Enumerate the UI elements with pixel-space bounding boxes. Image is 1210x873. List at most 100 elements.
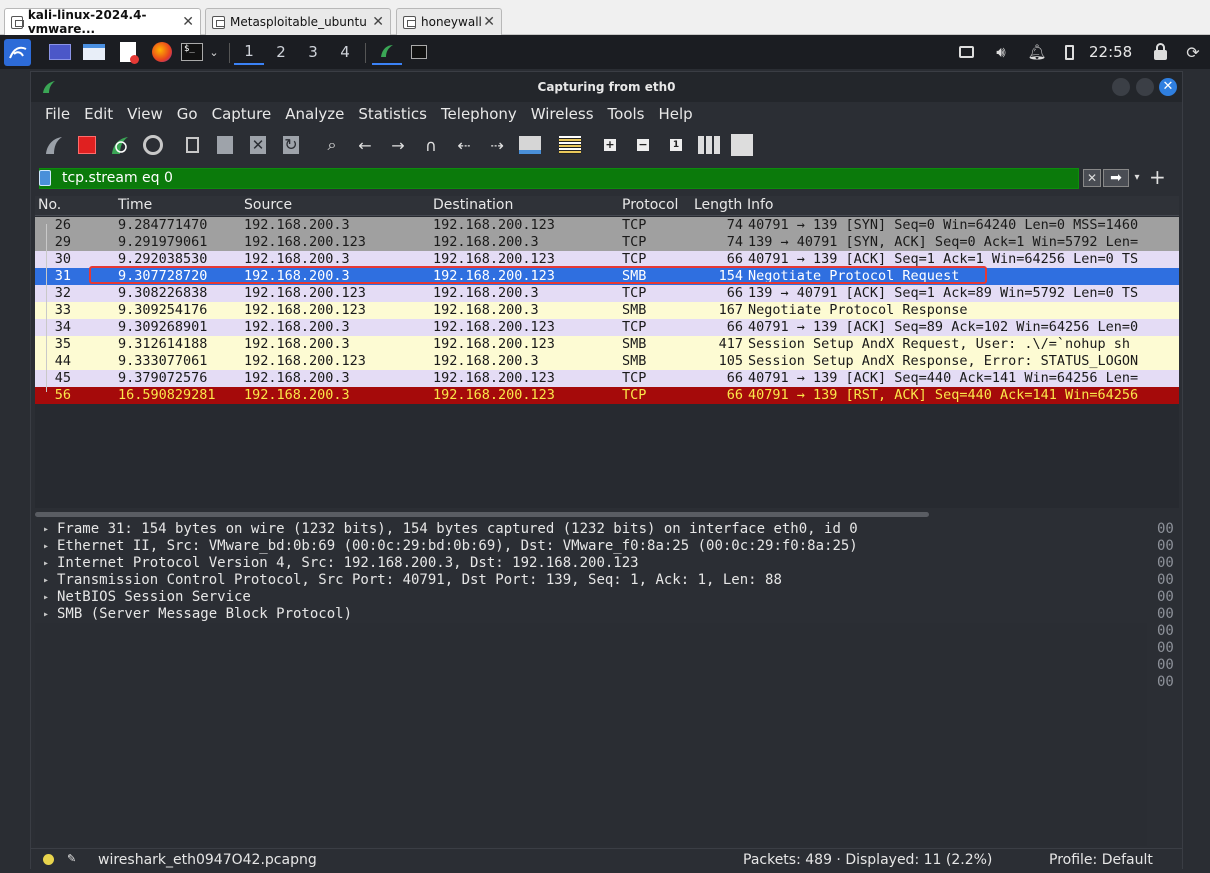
menu-help[interactable]: Help [658,105,692,123]
volume-icon[interactable]: 🔊︎ [990,39,1012,65]
zoom-in-icon[interactable]: + [597,133,623,157]
close-icon[interactable]: ✕ [483,14,495,30]
menu-go[interactable]: Go [177,105,198,123]
power-icon[interactable]: ⟳ [1182,39,1204,65]
column-source[interactable]: Source [244,197,292,213]
vm-tab-kali[interactable]: kali-linux-2024.4-vmware... ✕ [4,8,201,36]
detail-ethernet[interactable]: ▸ Ethernet II, Src: VMware_bd:0b:69 (00:0… [35,538,1147,555]
workspace-4[interactable]: 4 [330,39,360,65]
last-packet-icon[interactable]: ⇢ [484,133,510,157]
packet-row[interactable]: 26 9.284771470 192.168.200.3 192.168.200.12… [35,217,1179,234]
bytes-offset: 00 [1157,572,1174,588]
go-forward-icon[interactable]: → [385,133,411,157]
column-length[interactable]: Length [694,197,742,213]
column-protocol[interactable]: Protocol [622,197,678,213]
vm-tab-honeywall[interactable]: honeywall ✕ [396,8,502,35]
packet-row[interactable]: 33 9.309254176 192.168.200.123 192.168.200.… [35,302,1179,319]
minimize-button[interactable] [1112,78,1130,96]
capture-options-icon[interactable] [140,133,166,157]
auto-scroll-icon[interactable] [517,133,543,157]
workspace-2[interactable]: 2 [266,39,296,65]
expand-arrow-icon[interactable]: ▸ [43,589,49,606]
window-titlebar[interactable]: Capturing from eth0 ✕ [31,72,1182,102]
find-packet-icon[interactable]: ⌕ [319,133,345,157]
expert-info-icon[interactable] [43,854,54,865]
column-time[interactable]: Time [118,197,152,213]
menu-tools[interactable]: Tools [608,105,645,123]
first-packet-icon[interactable]: ⇠ [451,133,477,157]
wireshark-task-icon[interactable] [372,39,402,65]
column-layout-icon[interactable] [729,133,755,157]
packet-row[interactable]: 44 9.333077061 192.168.200.123 192.168.200.… [35,353,1179,370]
kali-menu-icon[interactable] [4,39,31,66]
filter-bookmark-icon[interactable] [39,170,51,186]
expand-arrow-icon[interactable]: ▸ [43,555,49,572]
packet-row[interactable]: 32 9.308226838 192.168.200.123 192.168.200.… [35,285,1179,302]
detail-smb[interactable]: ▸ SMB (Server Message Block Protocol) [35,606,1147,623]
close-icon[interactable]: ✕ [372,14,384,30]
menu-edit[interactable]: Edit [84,105,113,123]
add-filter-button-icon[interactable]: + [1149,165,1166,189]
normal-size-icon[interactable]: 1 [663,133,689,157]
menu-file[interactable]: File [45,105,70,123]
packet-row[interactable]: 56 16.590829281 192.168.200.3 192.168.200.1… [35,387,1179,404]
close-file-icon[interactable]: ✕ [245,133,271,157]
detail-frame[interactable]: ▸ Frame 31: 154 bytes on wire (1232 bits)… [35,521,1147,538]
maximize-button[interactable] [1136,78,1154,96]
battery-icon[interactable] [1060,39,1078,65]
menu-statistics[interactable]: Statistics [358,105,427,123]
firefox-icon[interactable] [150,39,174,65]
reload-file-icon[interactable]: ↻ [278,133,304,157]
packet-row[interactable]: 45 9.379072576 192.168.200.3 192.168.200.12… [35,370,1179,387]
apply-filter-icon[interactable]: ➡ [1103,169,1129,187]
notification-bell-icon[interactable]: 🔔︎ [1026,39,1048,65]
close-icon[interactable]: ✕ [182,14,194,30]
desktop-icon[interactable] [48,39,72,65]
save-file-icon[interactable] [212,133,238,157]
workspace-3[interactable]: 3 [298,39,328,65]
profile-label[interactable]: Profile: Default [1049,852,1153,868]
go-back-icon[interactable]: ← [352,133,378,157]
menu-view[interactable]: View [127,105,163,123]
menu-capture[interactable]: Capture [212,105,272,123]
start-capture-icon[interactable] [41,133,67,157]
expand-arrow-icon[interactable]: ▸ [43,521,49,538]
detail-tcp[interactable]: ▸ Transmission Control Protocol, Src Port… [35,572,1147,589]
stop-capture-icon[interactable] [74,133,100,157]
text-editor-icon[interactable] [116,39,140,65]
menu-analyze[interactable]: Analyze [285,105,344,123]
chevron-down-icon[interactable]: ⌄ [206,39,222,65]
colorize-icon[interactable] [557,133,583,157]
capture-comment-icon[interactable]: ✎ [67,852,76,865]
go-to-packet-icon[interactable]: ∩ [418,133,444,157]
expand-arrow-icon[interactable]: ▸ [43,606,49,623]
expand-arrow-icon[interactable]: ▸ [43,538,49,555]
file-manager-icon[interactable] [82,39,106,65]
expand-arrow-icon[interactable]: ▸ [43,572,49,589]
display-icon[interactable] [955,39,977,65]
horizontal-scrollbar[interactable] [35,512,929,517]
packet-row[interactable]: 35 9.312614188 192.168.200.3 192.168.200.12… [35,336,1179,353]
packet-row[interactable]: 34 9.309268901 192.168.200.3 192.168.200.12… [35,319,1179,336]
lock-icon[interactable] [1150,39,1170,65]
workspace-1[interactable]: 1 [234,39,264,65]
terminal-icon[interactable]: $_ [180,39,204,65]
display-filter-input[interactable]: tcp.stream eq 0 [39,168,1079,189]
column-destination[interactable]: Destination [433,197,513,213]
detail-ip[interactable]: ▸ Internet Protocol Version 4, Src: 192.1… [35,555,1147,572]
column-info[interactable]: Info [747,197,774,213]
menu-wireless[interactable]: Wireless [531,105,594,123]
open-file-icon[interactable] [179,133,205,157]
clear-filter-icon[interactable]: ✕ [1083,169,1101,187]
detail-netbios[interactable]: ▸ NetBIOS Session Service [35,589,1147,606]
close-button[interactable]: ✕ [1159,78,1177,96]
restart-capture-icon[interactable] [107,133,133,157]
vm-tab-metasploitable[interactable]: Metasploitable_ubuntu ✕ [205,8,391,35]
chevron-down-icon[interactable]: ▾ [1131,169,1143,187]
zoom-out-icon[interactable]: − [630,133,656,157]
terminal-task-icon[interactable] [406,39,432,65]
resize-columns-icon[interactable] [696,133,722,157]
column-no[interactable]: No. [38,197,61,213]
menu-telephony[interactable]: Telephony [441,105,517,123]
packet-row[interactable]: 29 9.291979061 192.168.200.123 192.168.200.… [35,234,1179,251]
